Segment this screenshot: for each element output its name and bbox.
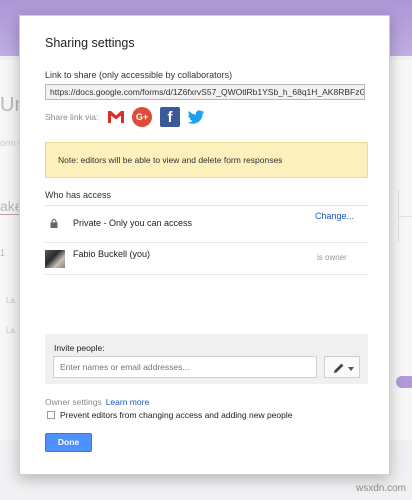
background-option-2: La <box>6 326 15 335</box>
done-button[interactable]: Done <box>45 433 92 452</box>
background-side-toolbar <box>398 190 412 242</box>
google-plus-icon[interactable]: G+ <box>132 107 152 127</box>
divider <box>45 274 368 275</box>
editors-note: Note: editors will be able to view and d… <box>45 142 368 178</box>
who-has-access-label: Who has access <box>45 190 112 200</box>
avatar <box>45 250 65 268</box>
invite-label: Invite people: <box>54 343 105 353</box>
lock-icon <box>50 219 58 228</box>
sharing-settings-dialog: Sharing settings Link to share (only acc… <box>19 15 390 475</box>
prevent-editors-label: Prevent editors from changing access and… <box>60 410 293 420</box>
background-option-1: La <box>6 296 15 305</box>
change-access-link[interactable]: Change... <box>315 211 354 221</box>
permission-dropdown-button[interactable] <box>324 356 360 378</box>
share-via-label: Share link via: <box>45 112 99 122</box>
dialog-title: Sharing settings <box>45 36 135 50</box>
gmail-icon[interactable] <box>106 107 126 127</box>
prevent-editors-checkbox[interactable] <box>47 411 55 419</box>
pencil-icon <box>334 363 344 373</box>
access-level-text: Private - Only you can access <box>73 218 193 228</box>
twitter-icon[interactable] <box>186 107 206 127</box>
facebook-label: f <box>167 109 173 126</box>
google-plus-label: G+ <box>135 112 149 122</box>
invite-people-section: Invite people: <box>45 334 368 384</box>
owner-settings-label: Owner settings <box>45 397 102 407</box>
chevron-down-icon <box>348 367 354 371</box>
facebook-icon[interactable]: f <box>160 107 180 127</box>
invite-input[interactable] <box>53 356 317 378</box>
learn-more-link[interactable]: Learn more <box>106 397 149 407</box>
link-label: Link to share (only accessible by collab… <box>45 70 233 80</box>
owner-role: is owner <box>317 253 347 262</box>
owner-settings: Owner settings Learn more <box>45 397 149 407</box>
background-toggle <box>396 376 412 388</box>
divider <box>45 242 368 243</box>
watermark: wsxdn.com <box>355 483 406 494</box>
divider <box>45 205 368 206</box>
owner-name: Fabio Buckell (you) <box>73 249 151 259</box>
share-link-field[interactable]: https://docs.google.com/forms/d/1Z6fxrvS… <box>45 84 365 100</box>
background-question-number: 1 <box>0 248 6 258</box>
